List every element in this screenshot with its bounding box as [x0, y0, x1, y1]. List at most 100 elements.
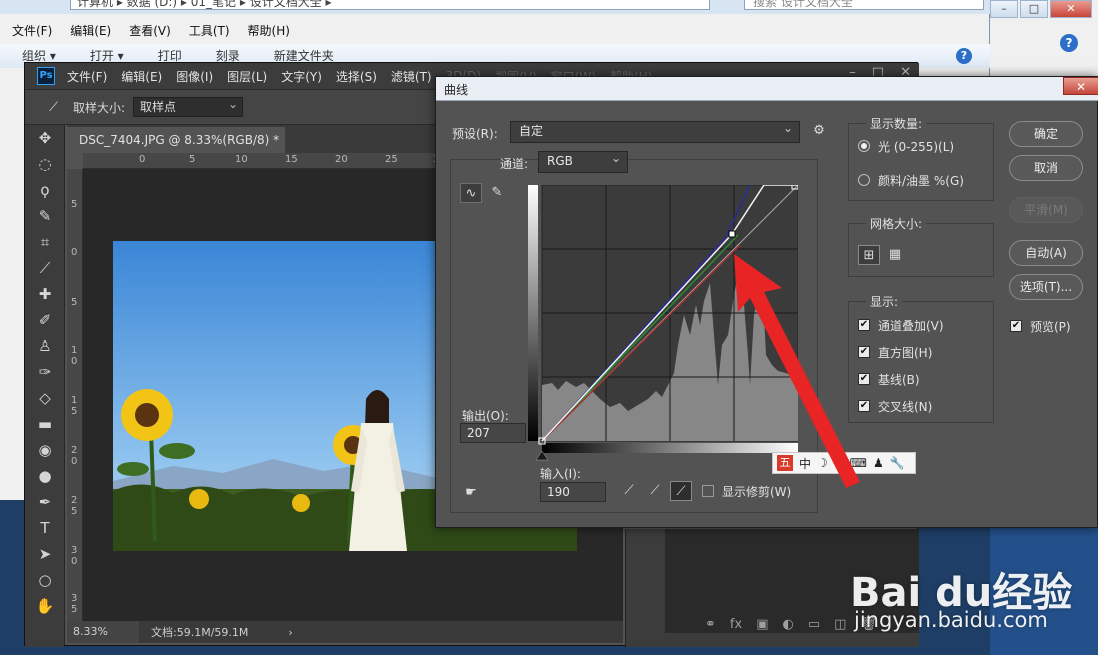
- explorer-menubar: 文件(F) 编辑(E) 查看(V) 工具(T) 帮助(H): [0, 20, 990, 42]
- pen-tool-icon[interactable]: ✒: [25, 489, 65, 515]
- close-dialog-button[interactable]: ✕: [1063, 77, 1098, 95]
- ruler-tick: 5: [71, 199, 78, 210]
- new-layer-icon[interactable]: ◫: [834, 617, 846, 632]
- screen: { "explorer": { "path": "计算机 ▸ 数据 (D:) ▸…: [0, 0, 1098, 655]
- menu-file[interactable]: 文件(F): [12, 20, 52, 42]
- ps-menu-type[interactable]: 文字(Y): [281, 68, 322, 85]
- pigment-radio[interactable]: [858, 174, 870, 186]
- crop-tool-icon[interactable]: ⌗: [25, 229, 65, 255]
- document-tab[interactable]: DSC_7404.JPG @ 8.33%(RGB/8) * ✕: [67, 127, 285, 173]
- eyedropper-icon[interactable]: ⟋: [49, 100, 63, 115]
- detailed-grid-icon[interactable]: ▦: [884, 245, 906, 265]
- close-button[interactable]: ✕: [1050, 0, 1092, 18]
- explorer-window-controls: – □ ✕: [990, 0, 1092, 18]
- ime-user-icon[interactable]: ♟: [873, 456, 884, 470]
- pencil-draw-icon[interactable]: ✎: [486, 183, 508, 203]
- pigment-radio-label: 颜料/油墨 %(G): [878, 174, 964, 188]
- baidu-watermark: Bai du经验 jingyan.baidu.com: [850, 540, 1090, 640]
- ime-wrench-icon[interactable]: 🔧: [890, 456, 905, 470]
- dodge-tool-icon[interactable]: ●: [25, 463, 65, 489]
- search-input[interactable]: 搜索 设计文档大全: [744, 0, 984, 10]
- explorer-titlebar: 计算机 ▸ 数据 (D:) ▸ 01_笔记 ▸ 设计文档大全 ▸ 搜索 设计文档…: [0, 0, 1098, 14]
- menu-tools[interactable]: 工具(T): [189, 20, 230, 42]
- preview-label: 预览(P): [1030, 320, 1071, 334]
- blur-tool-icon[interactable]: ◉: [25, 437, 65, 463]
- sample-size-label: 取样大小:: [73, 100, 126, 115]
- ruler-tick: 2 5: [71, 495, 78, 517]
- adjustment-layer-icon[interactable]: ◐: [782, 617, 793, 632]
- preset-label: 预设(R):: [452, 127, 498, 141]
- ruler-tick: 10: [235, 154, 248, 165]
- output-field[interactable]: 207: [460, 423, 526, 443]
- gray-point-eyedropper-icon[interactable]: ⟋: [644, 481, 666, 501]
- ruler-tick: 15: [285, 154, 298, 165]
- ruler-tick: 3 5: [71, 593, 78, 615]
- ps-menu-image[interactable]: 图像(I): [176, 68, 213, 85]
- light-radio-label: 光 (0-255)(L): [878, 140, 955, 154]
- help-icon[interactable]: ?: [1060, 34, 1078, 52]
- sample-size-select[interactable]: 取样点: [133, 95, 244, 117]
- status-menu-arrow[interactable]: ›: [288, 626, 292, 639]
- zoom-level[interactable]: 8.33%: [67, 621, 139, 643]
- brush-tool-icon[interactable]: ✐: [25, 307, 65, 333]
- eyedropper-tool-icon[interactable]: ⟋: [25, 255, 65, 281]
- show-clipping-checkbox[interactable]: [702, 485, 714, 497]
- ps-menu-edit[interactable]: 编辑(E): [121, 68, 162, 85]
- add-mask-icon[interactable]: ▣: [756, 617, 768, 632]
- quick-select-tool-icon[interactable]: ✎: [25, 203, 65, 229]
- minimize-button[interactable]: –: [990, 0, 1018, 18]
- black-point-eyedropper-icon[interactable]: ⟋: [618, 481, 640, 501]
- path-select-tool-icon[interactable]: ➤: [25, 541, 65, 567]
- cancel-button[interactable]: 取消: [1009, 155, 1083, 181]
- ps-toolbar: ✥ ◌ ϙ ✎ ⌗ ⟋ ✚ ✐ ♙ ✑ ◇ ▬ ◉ ● ✒ T ➤ ○ ✋: [25, 125, 65, 647]
- ps-menu-file[interactable]: 文件(F): [67, 68, 107, 85]
- show-amount-title: 显示数量:: [866, 115, 927, 132]
- white-point-eyedropper-icon[interactable]: ⟋: [670, 481, 692, 501]
- channel-select[interactable]: RGB: [538, 149, 628, 173]
- move-tool-icon[interactable]: ✥: [25, 125, 65, 151]
- ok-button[interactable]: 确定: [1009, 121, 1083, 147]
- ps-menu-filter[interactable]: 滤镜(T): [391, 68, 432, 85]
- menu-edit[interactable]: 编辑(E): [70, 20, 111, 42]
- healing-tool-icon[interactable]: ✚: [25, 281, 65, 307]
- ruler-tick: 2 0: [71, 445, 78, 467]
- ps-statusbar: 8.33% 文档:59.1M/59.1M ›: [67, 621, 623, 643]
- address-bar[interactable]: 计算机 ▸ 数据 (D:) ▸ 01_笔记 ▸ 设计文档大全 ▸: [70, 0, 710, 10]
- preview-checkbox[interactable]: ✔: [1010, 320, 1022, 332]
- history-brush-icon[interactable]: ✑: [25, 359, 65, 385]
- ruler-tick: 5: [71, 297, 78, 308]
- link-layers-icon[interactable]: ⚭: [705, 617, 716, 632]
- ruler-tick: 0: [139, 154, 146, 165]
- fx-icon[interactable]: fx: [730, 617, 742, 632]
- marquee-tool-icon[interactable]: ◌: [25, 151, 65, 177]
- new-group-icon[interactable]: ▭: [808, 617, 820, 632]
- smooth-button[interactable]: 平滑(M): [1009, 197, 1083, 223]
- on-image-adjust-hand-icon[interactable]: ☛: [460, 483, 482, 503]
- eraser-tool-icon[interactable]: ◇: [25, 385, 65, 411]
- menu-view[interactable]: 查看(V): [129, 20, 171, 42]
- shape-tool-icon[interactable]: ○: [25, 567, 65, 593]
- curves-titlebar: 曲线 ✕: [436, 77, 1098, 101]
- auto-button[interactable]: 自动(A): [1009, 240, 1083, 266]
- channel-overlay-label: 通道叠加(V): [878, 319, 944, 333]
- preset-options-gear-icon[interactable]: ⚙: [808, 121, 830, 141]
- lasso-tool-icon[interactable]: ϙ: [25, 177, 65, 203]
- stamp-tool-icon[interactable]: ♙: [25, 333, 65, 359]
- type-tool-icon[interactable]: T: [25, 515, 65, 541]
- ruler-tick: 1 5: [71, 395, 78, 417]
- input-field[interactable]: 190: [540, 482, 606, 502]
- gradient-tool-icon[interactable]: ▬: [25, 411, 65, 437]
- help-icon[interactable]: ?: [956, 48, 972, 64]
- curve-edit-points-icon[interactable]: ∿: [460, 183, 482, 203]
- menu-help[interactable]: 帮助(H): [248, 20, 290, 42]
- light-radio[interactable]: [858, 140, 870, 152]
- ps-menu-select[interactable]: 选择(S): [336, 68, 377, 85]
- hand-tool-icon[interactable]: ✋: [25, 593, 65, 619]
- options-button[interactable]: 选项(T)...: [1009, 274, 1083, 300]
- ps-menu-layer[interactable]: 图层(L): [227, 68, 267, 85]
- ruler-tick: 20: [335, 154, 348, 165]
- photoshop-logo-icon: Ps: [37, 67, 55, 85]
- histogram-label: 直方图(H): [878, 346, 933, 360]
- maximize-button[interactable]: □: [1020, 0, 1048, 18]
- preset-select[interactable]: 自定: [510, 119, 800, 143]
